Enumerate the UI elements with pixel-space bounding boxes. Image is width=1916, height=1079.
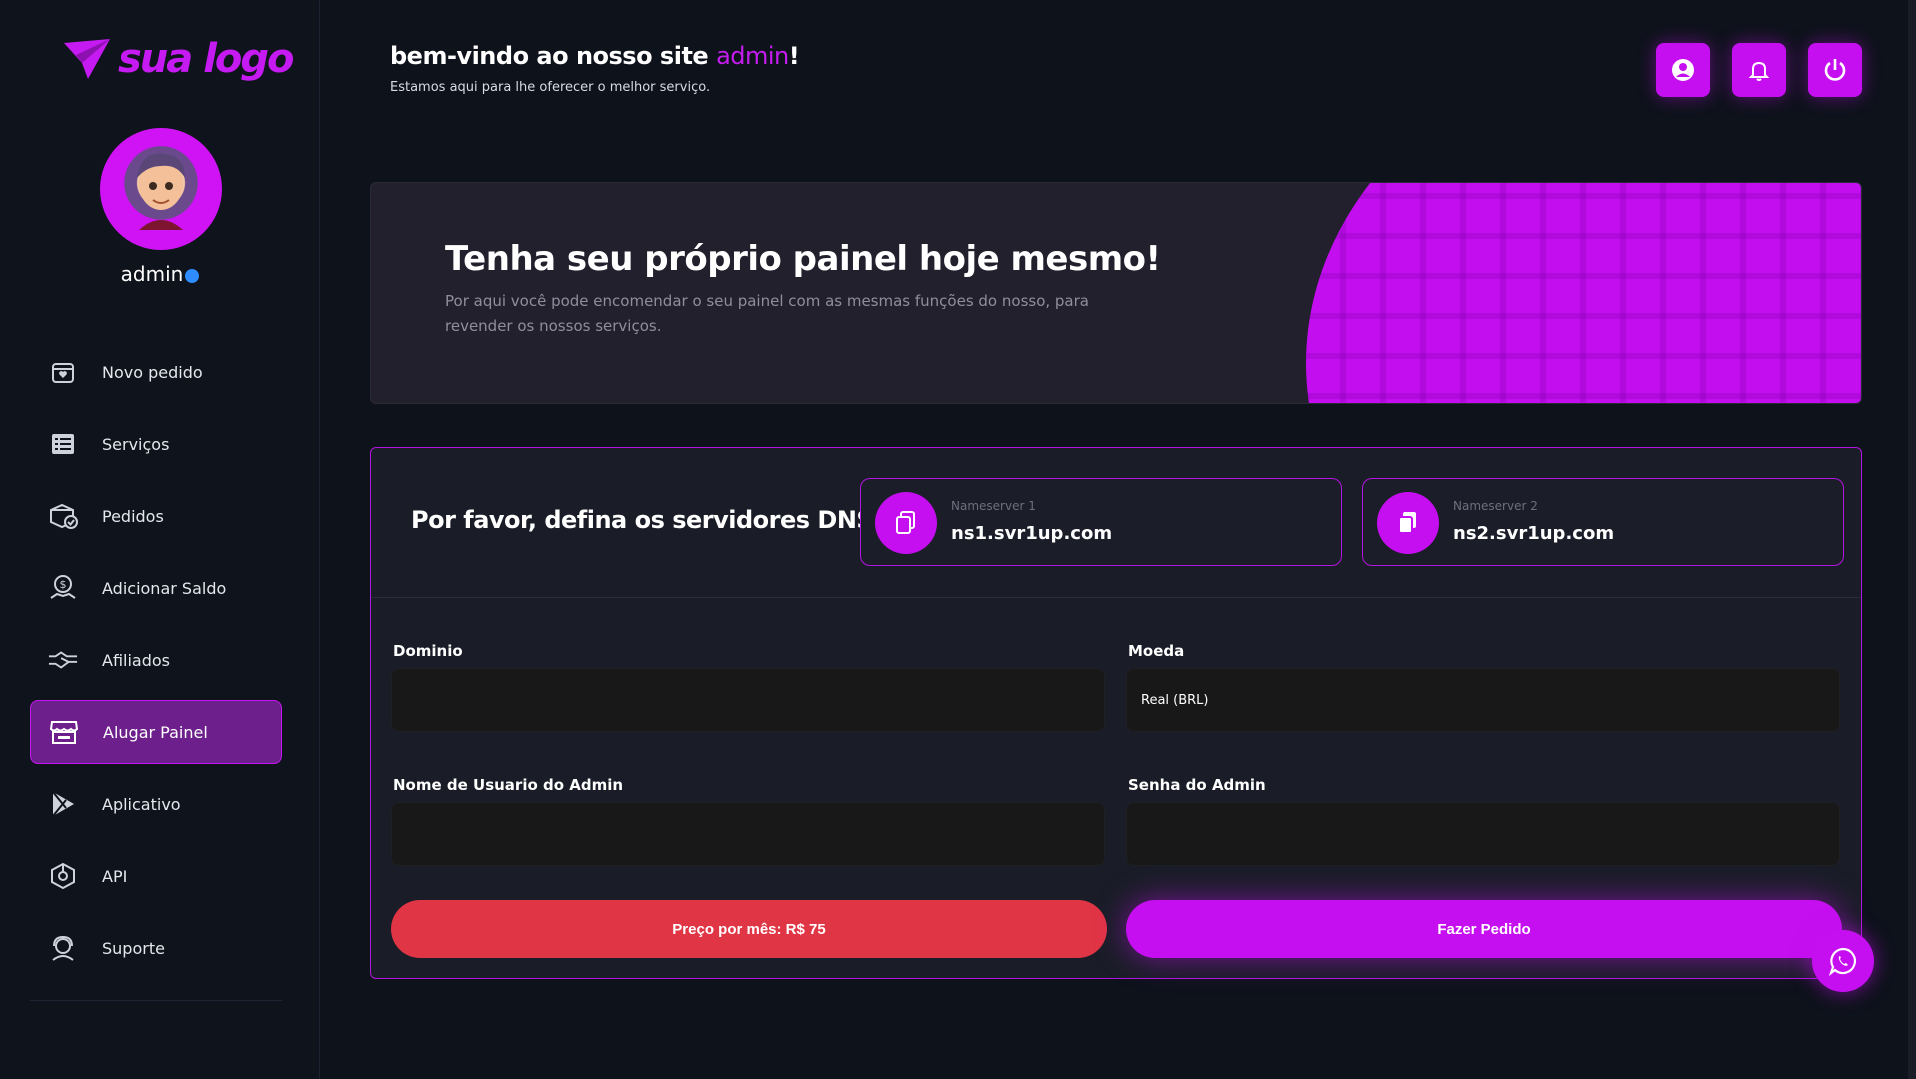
support-icon [48, 933, 78, 963]
currency-label: Moeda [1128, 642, 1185, 660]
sidebar-item-suporte[interactable]: Suporte [30, 916, 282, 980]
header-actions [1656, 43, 1862, 97]
sidebar-item-adicionar-saldo[interactable]: $ Adicionar Saldo [30, 556, 282, 620]
copy-icon [1398, 512, 1416, 534]
handshake-icon [48, 645, 78, 675]
rent-panel-form: Por favor, defina os servidores DNS: Nam… [370, 447, 1862, 979]
page-header: bem-vindo ao nosso site admin! Estamos a… [390, 42, 800, 95]
admin-password-input[interactable] [1126, 802, 1840, 866]
admin-username-input[interactable] [391, 802, 1105, 866]
notifications-button[interactable] [1732, 43, 1786, 97]
username: admin [0, 262, 320, 286]
banner-title: Tenha seu próprio painel hoje mesmo! [445, 239, 1161, 279]
list-icon [48, 429, 78, 459]
nameserver-1-label: Nameserver 1 [951, 499, 1036, 513]
banner-text: Por aqui você pode encomendar o seu pain… [445, 292, 1089, 335]
dns-section: Por favor, defina os servidores DNS: Nam… [371, 448, 1861, 598]
page-subtitle: Estamos aqui para lhe oferecer o melhor … [390, 80, 711, 95]
verified-badge-icon [185, 269, 200, 283]
sidebar-item-servicos[interactable]: Serviços [30, 412, 282, 476]
avatar-face-icon [137, 153, 185, 230]
sidebar-item-api[interactable]: API [30, 844, 282, 908]
admin-username-label: Nome de Usuario do Admin [393, 776, 624, 794]
domain-label: Dominio [393, 642, 463, 660]
price-button[interactable]: Preço por mês: R$ 75 [391, 900, 1107, 958]
nameserver-2-box[interactable]: Nameserver 2 ns2.svr1up.com [1362, 478, 1844, 566]
paper-plane-icon [64, 39, 110, 79]
submit-order-button[interactable]: Fazer Pedido [1126, 900, 1842, 958]
nameserver-2-value: ns2.svr1up.com [1453, 523, 1615, 544]
sidebar-item-aplicativo[interactable]: Aplicativo [30, 772, 282, 836]
logout-button[interactable] [1808, 43, 1862, 97]
avatar[interactable] [100, 128, 222, 250]
store-icon [49, 717, 79, 747]
calendar-heart-icon [48, 357, 78, 387]
sidebar-item-pedidos[interactable]: Pedidos [30, 484, 282, 548]
currency-select[interactable]: Real (BRL) [1126, 668, 1840, 732]
power-icon [1824, 59, 1846, 81]
nameserver-1-box[interactable]: Nameserver 1 ns1.svr1up.com [860, 478, 1342, 566]
copy-button-ns1[interactable] [875, 492, 937, 554]
play-store-icon [48, 789, 78, 819]
whatsapp-icon [1828, 947, 1857, 976]
promo-banner: Tenha seu próprio painel hoje mesmo! Por… [370, 182, 1862, 404]
sidebar-item-novo-pedido[interactable]: Novo pedido [30, 340, 282, 404]
user-circle-icon [1672, 59, 1694, 81]
dns-title: Por favor, defina os servidores DNS: [411, 506, 883, 534]
api-icon [48, 861, 78, 891]
logo-text: sua logo [118, 36, 295, 82]
copy-button-ns2[interactable] [1377, 492, 1439, 554]
sidebar-divider [30, 1000, 282, 1001]
sidebar-item-afiliados[interactable]: Afiliados [30, 628, 282, 692]
nameserver-1-value: ns1.svr1up.com [951, 523, 1113, 544]
whatsapp-button[interactable] [1812, 930, 1874, 992]
box-check-icon [48, 501, 78, 531]
sidebar-item-alugar-painel[interactable]: Alugar Painel [30, 700, 282, 764]
banner-decoration [1306, 183, 1861, 403]
money-hand-icon: $ [48, 573, 78, 603]
scrollbar[interactable] [1908, 0, 1916, 1079]
nameserver-2-label: Nameserver 2 [1453, 499, 1538, 513]
profile-button[interactable] [1656, 43, 1710, 97]
svg-text:$: $ [60, 578, 67, 591]
logo[interactable]: sua logo [62, 36, 295, 82]
sidebar: sua logo admin Novo pedido Serviços Pedi… [0, 0, 320, 1079]
page-title: bem-vindo ao nosso site admin! [390, 42, 800, 70]
copy-icon [896, 511, 915, 534]
bell-icon [1748, 61, 1770, 81]
admin-password-label: Senha do Admin [1128, 776, 1266, 794]
domain-input[interactable] [391, 668, 1105, 732]
sidebar-nav: Novo pedido Serviços Pedidos $ Adicionar… [30, 340, 282, 988]
